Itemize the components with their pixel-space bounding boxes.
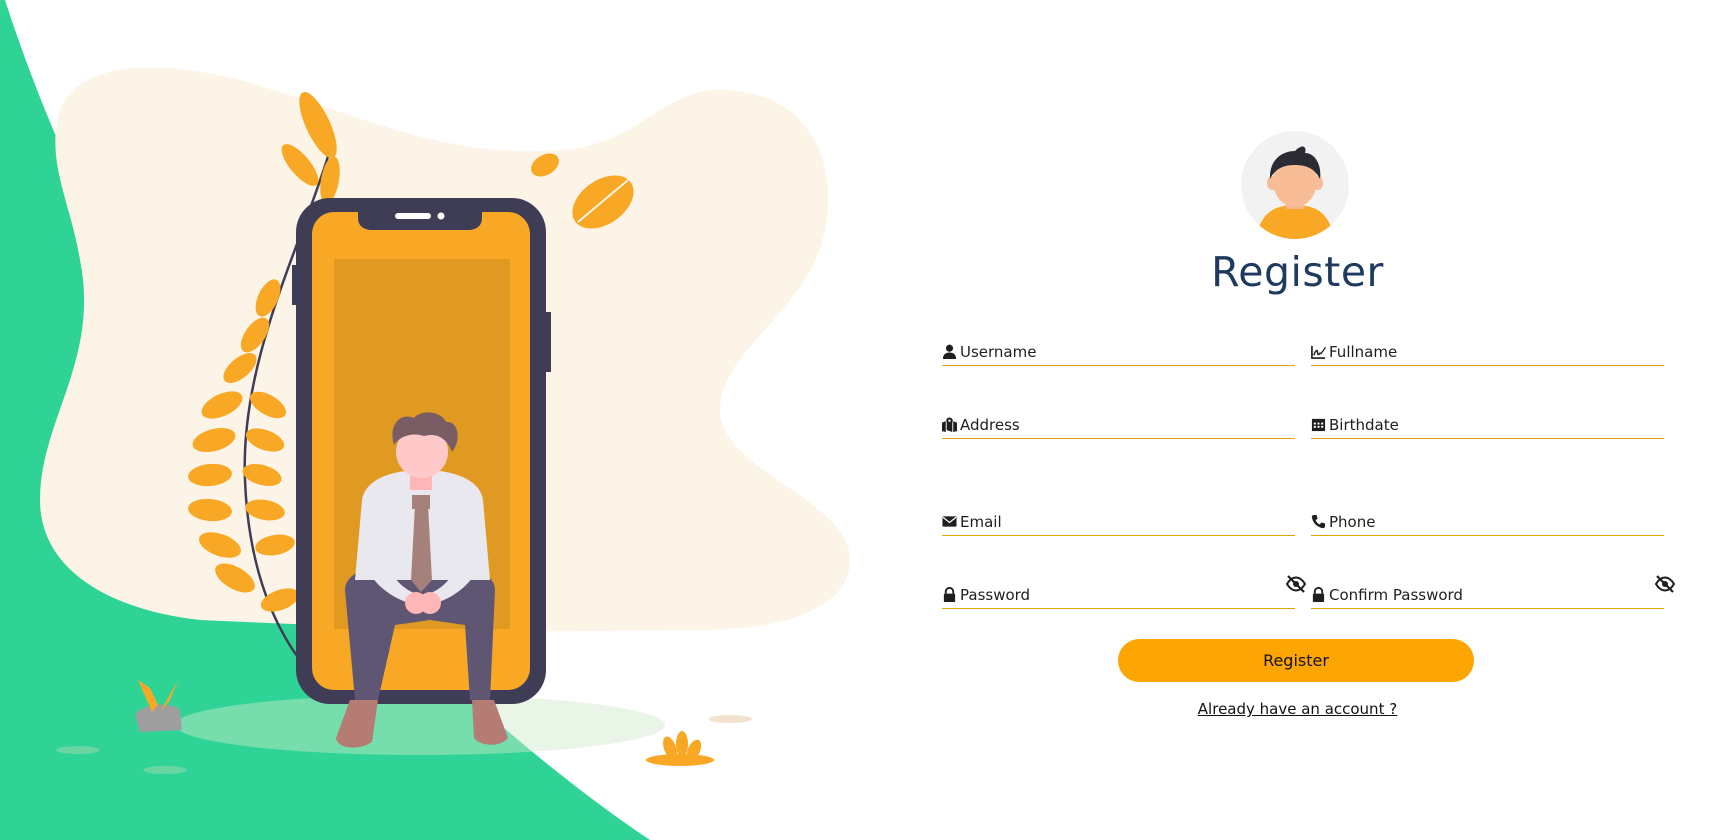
password-input[interactable] (960, 582, 1270, 608)
eye-slash-icon[interactable] (1654, 575, 1676, 593)
birthdate-input[interactable] (1329, 412, 1639, 438)
phone-input[interactable] (1329, 509, 1639, 535)
confirm-password-field (1311, 575, 1676, 609)
calendar-icon (1311, 417, 1326, 432)
register-form: Register Username Fullname Address Birth… (935, 0, 1676, 840)
phone-field (1311, 509, 1664, 536)
page-title: Register (1211, 248, 1384, 296)
username-field (942, 339, 1295, 366)
fullname-field (1311, 339, 1664, 366)
email-input[interactable] (960, 509, 1270, 535)
avatar-icon (1259, 146, 1331, 239)
confirm-password-input[interactable] (1329, 582, 1639, 608)
username-input[interactable] (960, 339, 1270, 365)
eye-slash-icon[interactable] (1285, 575, 1307, 593)
signature-icon (1311, 344, 1326, 359)
avatar (1241, 131, 1349, 239)
address-field (942, 412, 1295, 439)
ground-plant (646, 731, 714, 766)
envelope-icon (942, 514, 957, 529)
login-link[interactable]: Already have an account ? (935, 700, 1660, 718)
phone-icon (1311, 514, 1326, 529)
fullname-input[interactable] (1329, 339, 1639, 365)
user-icon (942, 344, 957, 359)
map-location-icon (942, 417, 957, 432)
lock-icon (1311, 587, 1326, 602)
rock (135, 680, 182, 732)
register-button[interactable]: Register (1118, 639, 1474, 682)
password-field (942, 575, 1307, 609)
lock-icon (942, 587, 957, 602)
birthdate-field (1311, 412, 1664, 439)
email-field (942, 509, 1295, 536)
illustration (40, 67, 850, 774)
address-input[interactable] (960, 412, 1270, 438)
